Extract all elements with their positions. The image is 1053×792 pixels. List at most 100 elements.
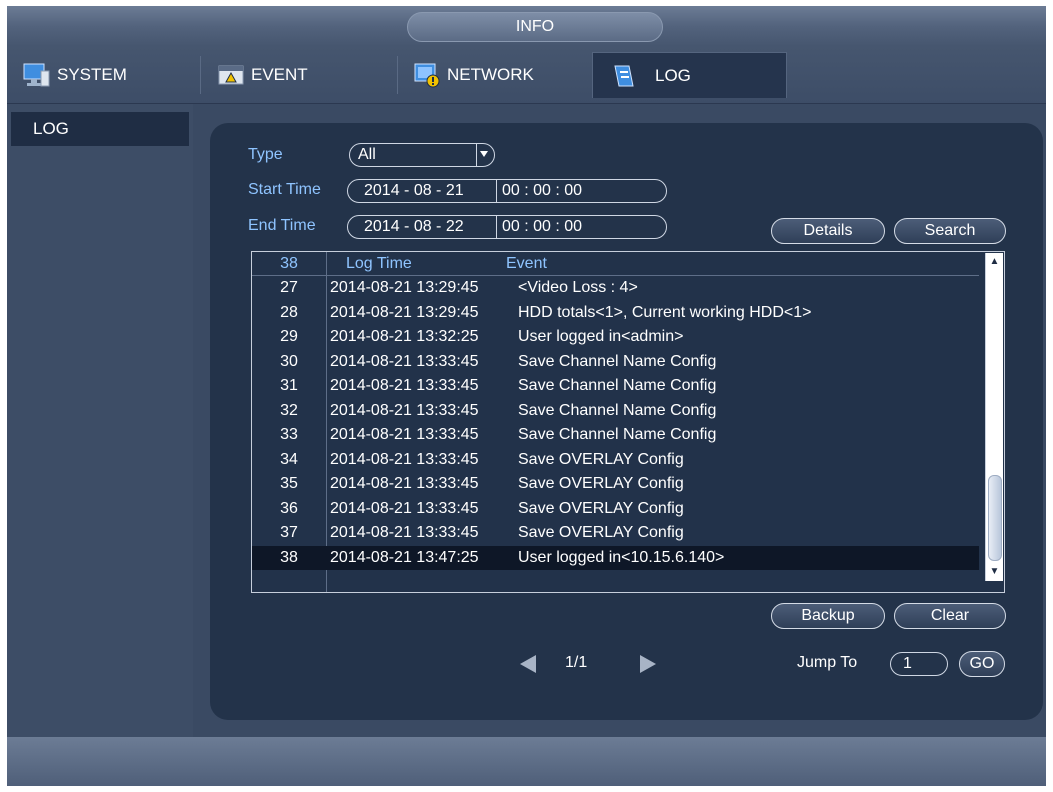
tab-event[interactable]: EVENT	[217, 52, 397, 98]
search-button[interactable]: Search	[894, 218, 1006, 244]
row-event: Save Channel Name Config	[518, 426, 717, 443]
end-time-label: End Time	[248, 217, 316, 234]
page-indicator: 1/1	[565, 654, 588, 671]
row-number: 35	[280, 475, 298, 492]
row-event: Save OVERLAY Config	[518, 450, 684, 468]
window-title: INFO	[407, 12, 663, 42]
row-number: 30	[280, 352, 298, 370]
sidebar-item-log[interactable]: LOG	[11, 112, 189, 146]
backup-button[interactable]: Backup	[771, 603, 885, 629]
table-row[interactable]: 34 2014-08-21 13:33:45 Save OVERLAY Config	[252, 448, 979, 472]
log-icon	[611, 63, 639, 89]
row-log-time: 2014-08-21 13:33:45	[330, 450, 479, 468]
table-row[interactable]: 35 2014-08-21 13:33:45 Save OVERLAY Config	[252, 472, 979, 496]
title-bar: INFO	[7, 6, 1046, 46]
jump-to-input[interactable]: 1	[890, 652, 948, 676]
tab-system-label: SYSTEM	[57, 65, 127, 84]
end-time-field[interactable]: 2014 - 08 - 22 00 : 00 : 00	[347, 215, 667, 239]
row-number: 38	[280, 548, 298, 566]
table-row[interactable]: 29 2014-08-21 13:32:25 User logged in<admi…	[252, 325, 979, 349]
row-number: 34	[280, 450, 298, 468]
tab-log-label: LOG	[655, 65, 691, 85]
table-row[interactable]: 32 2014-08-21 13:33:45 Save Channel Name C…	[252, 399, 979, 423]
system-icon	[23, 62, 51, 88]
jump-to-label: Jump To	[797, 654, 858, 671]
row-log-time: 2014-08-21 13:33:45	[330, 377, 479, 394]
row-log-time: 2014-08-21 13:33:45	[330, 499, 479, 517]
row-event: Save Channel Name Config	[518, 401, 717, 419]
start-time-value: 00 : 00 : 00	[502, 182, 583, 199]
row-event: Save OVERLAY Config	[518, 524, 684, 541]
table-row[interactable]: 38 2014-08-21 13:47:25 User logged in<10.1…	[252, 545, 979, 570]
row-log-time: 2014-08-21 13:33:45	[330, 524, 479, 541]
network-icon	[413, 62, 441, 88]
row-event: Save OVERLAY Config	[518, 499, 684, 517]
details-button[interactable]: Details	[771, 218, 885, 244]
tab-log[interactable]: LOG	[592, 52, 787, 98]
row-log-time: 2014-08-21 13:33:45	[330, 401, 479, 419]
type-select[interactable]: All	[349, 143, 495, 167]
row-event: User logged in<10.15.6.140>	[518, 548, 725, 566]
row-event: Save Channel Name Config	[518, 352, 717, 370]
end-date-value: 2014 - 08 - 22	[364, 218, 464, 235]
row-log-time: 2014-08-21 13:32:25	[330, 328, 479, 345]
tab-network[interactable]: NETWORK	[413, 52, 589, 98]
table-row[interactable]: 31 2014-08-21 13:33:45 Save Channel Name C…	[252, 374, 979, 398]
prev-page-icon[interactable]	[520, 655, 536, 673]
row-number: 31	[280, 377, 298, 394]
table-row[interactable]: 30 2014-08-21 13:33:45 Save Channel Name C…	[252, 350, 979, 374]
clear-button[interactable]: Clear	[894, 603, 1006, 629]
row-event: <Video Loss : 4>	[518, 279, 638, 296]
start-date-value: 2014 - 08 - 21	[364, 182, 464, 199]
row-log-time: 2014-08-21 13:33:45	[330, 352, 479, 370]
row-event: Save Channel Name Config	[518, 377, 717, 394]
tab-system[interactable]: SYSTEM	[23, 52, 193, 98]
tab-network-label: NETWORK	[447, 65, 534, 84]
log-panel: Type All Start Time 2014 - 08 - 21 00 : …	[210, 123, 1043, 720]
row-log-time: 2014-08-21 13:29:45	[330, 303, 479, 321]
row-number: 32	[280, 401, 298, 419]
end-time-value: 00 : 00 : 00	[502, 218, 583, 235]
type-label: Type	[248, 146, 283, 163]
jump-to-value: 1	[903, 655, 912, 672]
row-log-time: 2014-08-21 13:29:45	[330, 279, 479, 296]
row-number: 28	[280, 303, 298, 321]
event-icon	[217, 62, 245, 88]
row-event: HDD totals<1>, Current working HDD<1>	[518, 303, 812, 321]
chevron-down-icon	[480, 151, 488, 157]
go-button[interactable]: GO	[959, 651, 1005, 677]
next-page-icon[interactable]	[640, 655, 656, 673]
start-time-field[interactable]: 2014 - 08 - 21 00 : 00 : 00	[347, 179, 667, 203]
row-number: 36	[280, 499, 298, 517]
type-select-value: All	[358, 146, 376, 163]
info-window: INFO SYSTEM EVENT NETWORK LOG LOG Type A…	[7, 6, 1046, 786]
row-number: 37	[280, 524, 298, 541]
table-scrollbar[interactable]: ▲ ▼	[985, 253, 1003, 581]
log-time-header: Log Time	[346, 255, 412, 272]
table-row[interactable]: 27 2014-08-21 13:29:45 <Video Loss : 4>	[252, 276, 979, 300]
row-number: 27	[280, 279, 298, 296]
start-time-label: Start Time	[248, 181, 321, 198]
row-event: Save OVERLAY Config	[518, 475, 684, 492]
scroll-up-icon[interactable]: ▲	[986, 253, 1003, 271]
row-log-time: 2014-08-21 13:33:45	[330, 475, 479, 492]
table-row[interactable]: 36 2014-08-21 13:33:45 Save OVERLAY Config	[252, 497, 979, 521]
scrollbar-thumb[interactable]	[988, 475, 1002, 561]
record-count-header: 38	[280, 255, 298, 272]
table-row[interactable]: 33 2014-08-21 13:33:45 Save Channel Name C…	[252, 423, 979, 447]
sidebar: LOG	[7, 104, 193, 737]
row-number: 29	[280, 328, 298, 345]
bottom-bar	[7, 737, 1046, 786]
table-row[interactable]: 37 2014-08-21 13:33:45 Save OVERLAY Config	[252, 521, 979, 545]
row-log-time: 2014-08-21 13:47:25	[330, 548, 479, 566]
tab-event-label: EVENT	[251, 65, 308, 84]
tab-bar: SYSTEM EVENT NETWORK LOG	[7, 46, 1046, 104]
table-row[interactable]: 28 2014-08-21 13:29:45 HDD totals<1>, Curr…	[252, 301, 979, 325]
row-event: User logged in<admin>	[518, 328, 684, 345]
row-number: 33	[280, 426, 298, 443]
log-table: 38 Log Time Event 27 2014-08-21 13:29:45 <…	[251, 251, 1005, 593]
scroll-down-icon[interactable]: ▼	[986, 563, 1003, 581]
row-log-time: 2014-08-21 13:33:45	[330, 426, 479, 443]
table-header: 38 Log Time Event	[252, 252, 979, 276]
event-header: Event	[506, 255, 547, 272]
